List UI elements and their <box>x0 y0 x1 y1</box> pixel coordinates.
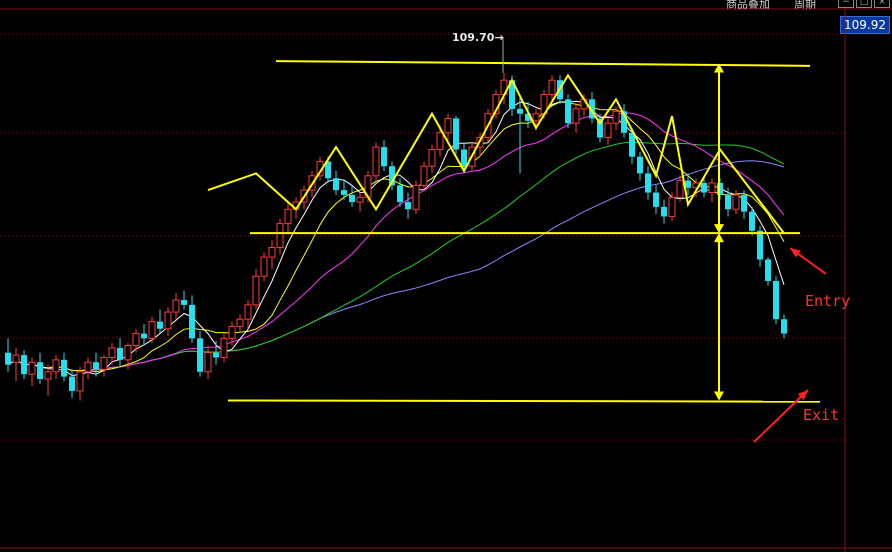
ma20-line <box>7 112 785 372</box>
candle-body-97 <box>781 319 787 334</box>
peak-price-label: 109.70→ <box>452 31 504 44</box>
candle-body-29 <box>236 318 244 327</box>
candle-body-90 <box>725 194 731 210</box>
candle-body-82 <box>661 206 667 217</box>
entry-arrow-head <box>790 248 801 258</box>
candle-body-27 <box>220 337 228 358</box>
candle-body-95 <box>765 259 771 281</box>
candle-body-49 <box>397 185 403 203</box>
exit-arrow-shaft <box>753 389 809 443</box>
candle-body-22 <box>181 300 187 305</box>
candle-body-44 <box>356 196 364 203</box>
resistance-line <box>275 60 811 67</box>
candle-body-2 <box>21 355 27 375</box>
target-line <box>227 399 821 403</box>
candle-body-94 <box>757 230 763 260</box>
candle-body-75 <box>604 122 612 139</box>
candle-body-52 <box>420 165 428 186</box>
candle-body-15 <box>124 345 132 361</box>
projection-measure-arrow-head-bottom <box>714 391 724 401</box>
candle-body-12 <box>100 356 108 370</box>
candle-body-5 <box>44 371 52 380</box>
candle-body-41 <box>333 178 339 191</box>
candle-body-31 <box>252 275 260 306</box>
candle-body-1 <box>12 354 20 363</box>
candle-body-91 <box>732 194 740 210</box>
candle-body-13 <box>108 347 116 358</box>
candle-body-32 <box>260 256 268 277</box>
candle-body-25 <box>204 352 212 373</box>
candle-body-7 <box>61 359 67 377</box>
candle-body-21 <box>172 299 180 313</box>
candle-body-84 <box>676 180 684 198</box>
candle-body-68 <box>548 79 556 96</box>
candle-body-85 <box>685 180 691 188</box>
candle-body-23 <box>189 304 195 339</box>
candle-body-43 <box>349 194 355 203</box>
candle-body-92 <box>741 194 747 212</box>
candle-body-14 <box>117 347 123 360</box>
candle-body-42 <box>341 190 347 195</box>
candle-body-16 <box>132 333 140 347</box>
chart-window: 商品叠加 周期 − □ × 109.92 109.70→ Entry Exit <box>0 0 892 552</box>
candle-body-33 <box>268 247 276 258</box>
candle-body-26 <box>213 352 219 358</box>
candle-body-19 <box>157 321 163 329</box>
candle-body-4 <box>37 362 43 379</box>
candle-body-17 <box>141 333 147 339</box>
candle-body-24 <box>197 338 203 372</box>
candle-body-10 <box>84 361 92 373</box>
candle-body-8 <box>69 376 75 391</box>
candle-body-20 <box>164 311 172 330</box>
candle-body-79 <box>637 156 643 174</box>
candle-body-80 <box>645 173 651 193</box>
candle-body-30 <box>244 304 252 320</box>
candle-body-66 <box>532 113 540 122</box>
candle-body-6 <box>52 359 60 373</box>
candle-body-64 <box>517 108 523 114</box>
candle-body-51 <box>412 184 420 210</box>
candle-body-71 <box>572 108 580 124</box>
candle-body-54 <box>436 132 444 151</box>
ma10-line <box>7 101 785 373</box>
candlestick-chart[interactable] <box>0 0 892 552</box>
candle-body-81 <box>653 192 659 207</box>
projection-measure-arrow-head-top <box>714 233 724 243</box>
candle-body-11 <box>93 362 99 370</box>
candle-body-88 <box>708 182 716 194</box>
candle-body-35 <box>284 208 292 225</box>
candle-body-93 <box>749 211 755 231</box>
candle-body-50 <box>405 202 411 210</box>
height-measure-arrow-head-bottom <box>714 224 724 234</box>
candle-body-78 <box>629 132 635 157</box>
candle-body-56 <box>453 118 459 150</box>
candle-body-70 <box>565 99 571 124</box>
candle-body-46 <box>372 146 380 177</box>
candle-body-0 <box>5 352 11 365</box>
ma5-line <box>7 100 785 377</box>
candle-body-57 <box>461 149 467 167</box>
candle-body-34 <box>276 223 284 249</box>
exit-annotation: Exit <box>803 406 840 424</box>
candle-body-3 <box>28 361 36 375</box>
candle-body-53 <box>428 149 436 167</box>
entry-annotation: Entry <box>805 292 851 310</box>
candle-body-55 <box>444 117 452 134</box>
candle-body-9 <box>76 371 84 392</box>
candle-body-18 <box>148 321 156 339</box>
candle-body-83 <box>668 196 676 217</box>
candle-body-76 <box>612 110 620 124</box>
candle-body-87 <box>701 182 707 193</box>
candle-body-47 <box>381 147 387 167</box>
candle-body-96 <box>773 280 779 320</box>
candle-body-28 <box>228 325 236 339</box>
